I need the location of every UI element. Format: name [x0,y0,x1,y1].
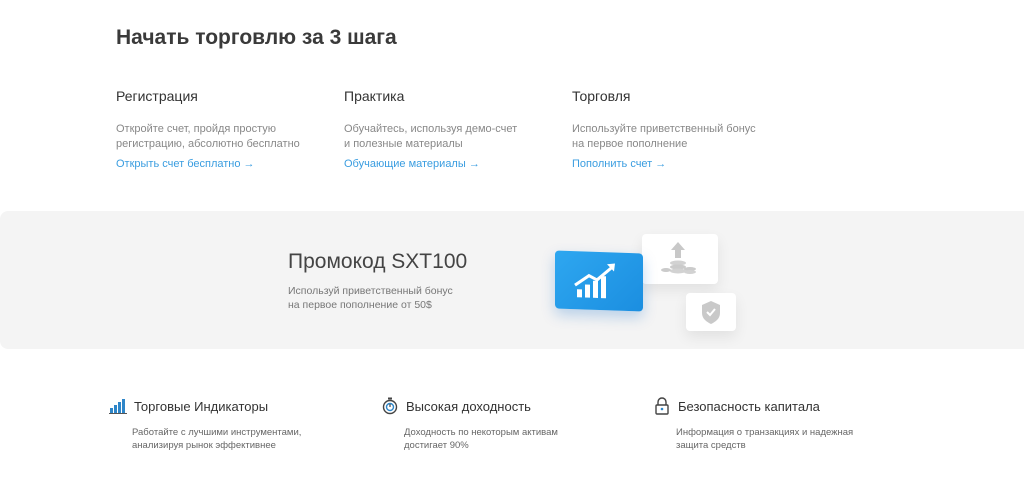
feature-title: Высокая доходность [406,398,531,414]
step-description-line: на первое пополнение [572,138,688,150]
coins-upload-icon [661,242,696,274]
step-description: Откройте счет, пройдя простую регистраци… [116,122,316,152]
page-title: Начать торговлю за 3 шага [116,26,397,49]
shield-check-icon [702,301,720,324]
feature-description: Работайте с лучшими инструментами, анали… [132,426,332,452]
feature-indicators: Торговые Индикаторы Работайте с лучшими … [108,396,348,452]
promo-description-line: на первое пополнение от 50$ [288,299,432,311]
feature-title: Безопасность капитала [678,398,820,414]
step-description-line: и полезные материалы [344,138,463,150]
growth-chart-icon [574,263,615,299]
step-trading: Торговля Используйте приветственный бону… [572,88,772,172]
feature-description-line: Информация о транзакциях и надежная [676,427,854,438]
feature-description-line: защита средств [676,440,746,451]
learning-materials-link[interactable]: Обучающие материалы → [344,158,480,170]
shield-card [686,293,736,331]
feature-title: Торговые Индикаторы [134,398,269,414]
feature-description-line: достигает 90% [404,440,469,451]
step-description-line: Обучайтесь, используя демо-счет [344,123,518,135]
step-title: Регистрация [116,88,198,104]
stopwatch-icon [380,396,400,416]
feature-profitability: Высокая доходность Доходность по некотор… [380,396,620,452]
step-registration: Регистрация Откройте счет, пройдя просту… [116,88,316,172]
bar-chart-icon [108,396,128,416]
feature-description: Информация о транзакциях и надежная защи… [676,426,876,452]
feature-description-line: Доходность по некоторым активам [404,427,558,438]
feature-description: Доходность по некоторым активам достигае… [404,426,604,452]
step-description-line: Используйте приветственный бонус [572,123,756,135]
coins-upload-card [642,234,718,284]
lock-icon [652,396,672,416]
step-title: Торговля [572,88,631,104]
step-description: Используйте приветственный бонус на перв… [572,122,772,152]
feature-security: Безопасность капитала Информация о транз… [652,396,892,452]
step-practice: Практика Обучайтесь, используя демо-счет… [344,88,544,172]
step-title: Практика [344,88,405,104]
step-description-line: регистрацию, абсолютно бесплатно [116,138,300,150]
feature-description-line: Работайте с лучшими инструментами, [132,427,302,438]
deposit-link[interactable]: Пополнить счет → [572,158,666,170]
promo-title: Промокод SXT100 [288,250,468,273]
open-account-link[interactable]: Открыть счет бесплатно → [116,158,255,170]
promo-description-line: Используй приветственный бонус [288,285,453,297]
step-description-line: Откройте счет, пройдя простую [116,123,277,135]
promo-banner: Промокод SXT100 Используй приветственный… [0,211,1024,349]
growth-chart-card [555,250,643,312]
feature-description-line: анализируя рынок эффективнее [132,440,276,451]
step-description: Обучайтесь, используя демо-счет и полезн… [344,122,544,152]
promo-description: Используй приветственный бонус на первое… [288,284,508,312]
